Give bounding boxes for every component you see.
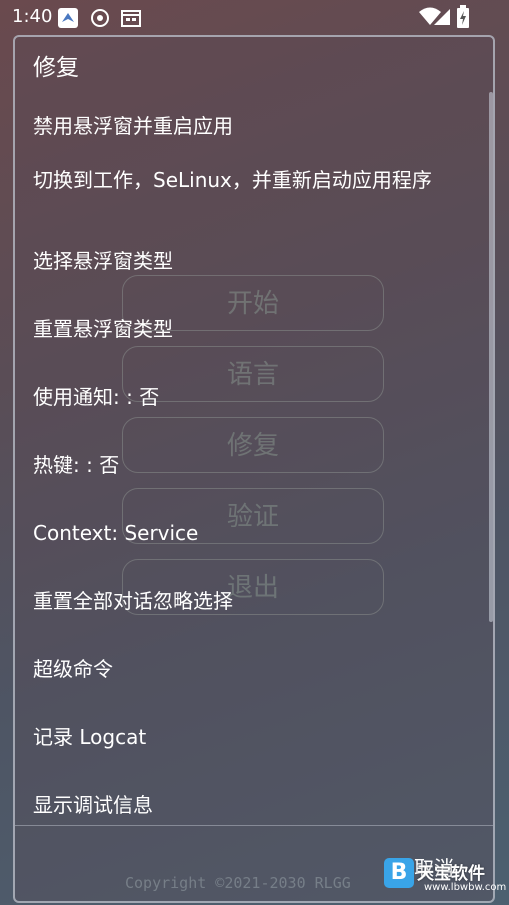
menu-item-super-command[interactable]: 超级命令 <box>33 655 443 683</box>
calendar-notification-icon <box>121 8 141 28</box>
menu-item-record-logcat[interactable]: 记录 Logcat <box>33 723 443 751</box>
menu-item-reset-dialog-ignore[interactable]: 重置全部对话忽略选择 <box>33 587 443 615</box>
menu-item-use-notification[interactable]: 使用通知: : 否 <box>33 383 443 411</box>
copyright-text: Copyright ©2021-2030 RLGG <box>125 874 351 892</box>
watermark-logo-icon: B <box>384 858 414 888</box>
dialog-title: 修复 <box>33 55 79 81</box>
menu-item-switch-work-selinux[interactable]: 切换到工作，SeLinux，并重新启动应用程序 <box>33 166 433 194</box>
menu-item-hotkey[interactable]: 热键: : 否 <box>33 451 443 479</box>
watermark-text: 天宝软件 <box>417 864 485 884</box>
menu-item-disable-overlay-restart[interactable]: 禁用悬浮窗并重启应用 <box>33 112 443 140</box>
menu-item-reset-overlay-type[interactable]: 重置悬浮窗类型 <box>33 315 443 343</box>
signal-icon <box>432 7 452 27</box>
status-bar: 1:40 <box>0 0 509 34</box>
dialog-scrollbar[interactable] <box>489 92 493 622</box>
watermark: B 天宝软件 www.lbwbw.com <box>384 858 506 896</box>
menu-item-select-overlay-type[interactable]: 选择悬浮窗类型 <box>33 247 443 275</box>
dialog-divider <box>15 825 493 826</box>
menu-item-context[interactable]: Context: Service <box>33 519 443 547</box>
settings-notification-icon <box>90 8 110 28</box>
menu-item-show-debug-info[interactable]: 显示调试信息 <box>33 791 443 819</box>
app-notification-icon <box>58 8 78 28</box>
battery-icon <box>457 5 469 29</box>
status-time: 1:40 <box>12 6 53 27</box>
watermark-url: www.lbwbw.com <box>424 882 507 893</box>
